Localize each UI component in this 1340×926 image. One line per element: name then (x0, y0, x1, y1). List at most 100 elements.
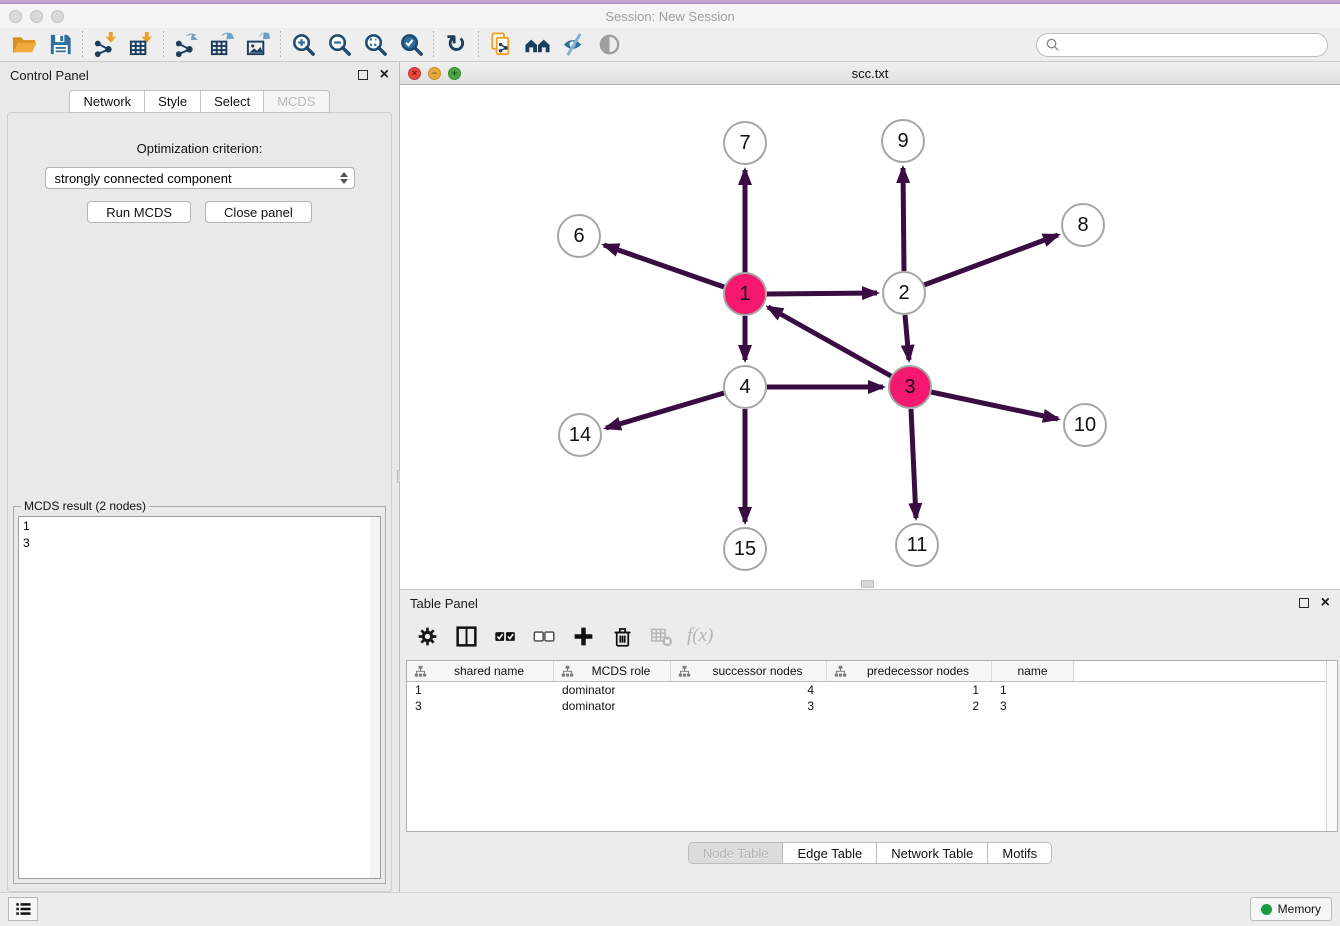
save-session-icon[interactable] (42, 30, 78, 60)
node-9[interactable]: 9 (881, 119, 925, 163)
cell-successor-nodes[interactable]: 3 (671, 698, 827, 714)
column-label: name (996, 664, 1069, 678)
column-header-shared-name[interactable]: shared name (407, 661, 554, 681)
tab-edge-table[interactable]: Edge Table (782, 842, 876, 864)
node-table: shared name MCDS role successor nodes pr… (406, 660, 1338, 832)
zoom-in-icon[interactable] (285, 30, 321, 60)
hierarchy-icon (834, 665, 847, 678)
table-type-tabs: Node Table Edge Table Network Table Moti… (400, 832, 1340, 874)
table-options-gear-icon[interactable] (414, 623, 440, 649)
table-scrollbar[interactable] (1326, 661, 1337, 831)
import-table-icon[interactable] (123, 30, 159, 60)
node-1[interactable]: 1 (723, 272, 767, 316)
function-builder-icon: f(x) (687, 625, 713, 647)
open-session-icon[interactable] (6, 30, 42, 60)
mcds-tab-content: Optimization criterion: strongly connect… (7, 112, 392, 892)
run-mcds-button[interactable]: Run MCDS (87, 201, 191, 223)
table-panel-header: Table Panel × (400, 590, 1340, 616)
tab-node-table[interactable]: Node Table (688, 842, 783, 864)
export-network-icon[interactable] (168, 30, 204, 60)
memory-button[interactable]: Memory (1250, 897, 1332, 921)
show-columns-icon[interactable] (453, 623, 479, 649)
criterion-dropdown[interactable]: strongly connected component (45, 167, 355, 189)
new-network-from-selection-icon[interactable] (483, 30, 519, 60)
edge-2-3 (905, 315, 909, 360)
result-scrollbar[interactable] (370, 517, 380, 878)
edge-3-1 (768, 307, 891, 376)
column-header-mcds-role[interactable]: MCDS role (554, 661, 671, 681)
export-image-icon[interactable] (240, 30, 276, 60)
delete-table-icon (648, 623, 674, 649)
cell-name[interactable]: 1 (992, 682, 1074, 698)
close-panel-button[interactable]: Close panel (205, 201, 312, 223)
node-10[interactable]: 10 (1063, 403, 1107, 447)
hide-selected-icon[interactable] (555, 30, 591, 60)
zoom-out-icon[interactable] (321, 30, 357, 60)
cell-successor-nodes[interactable]: 4 (671, 682, 827, 698)
tab-select[interactable]: Select (200, 90, 263, 113)
task-history-button[interactable] (8, 897, 38, 921)
table-row[interactable]: 3 dominator 3 2 3 (407, 698, 1337, 714)
tab-style[interactable]: Style (144, 90, 200, 113)
deselect-all-rows-icon[interactable] (531, 623, 557, 649)
node-3[interactable]: 3 (888, 365, 932, 409)
cell-shared-name[interactable]: 3 (407, 698, 554, 714)
delete-rows-icon[interactable] (609, 623, 635, 649)
node-label: 6 (573, 225, 584, 248)
edge-4-14 (606, 393, 724, 428)
column-header-successor-nodes[interactable]: successor nodes (671, 661, 827, 681)
control-panel-tabs: Network Style Select MCDS (0, 90, 399, 113)
search-field[interactable] (1036, 33, 1328, 57)
apply-layout-icon[interactable]: ↻ (438, 30, 474, 60)
tab-network[interactable]: Network (69, 90, 144, 113)
export-table-icon[interactable] (204, 30, 240, 60)
float-table-panel-icon[interactable] (1299, 598, 1309, 608)
close-table-panel-icon[interactable]: × (1321, 595, 1330, 611)
select-all-rows-icon[interactable] (492, 623, 518, 649)
node-11[interactable]: 11 (895, 523, 939, 567)
cell-shared-name[interactable]: 1 (407, 682, 554, 698)
first-neighbors-icon[interactable] (519, 30, 555, 60)
column-header-predecessor-nodes[interactable]: predecessor nodes (827, 661, 992, 681)
column-header-name[interactable]: name (992, 661, 1074, 681)
horizontal-divider-grip[interactable] (861, 580, 874, 588)
node-7[interactable]: 7 (723, 121, 767, 165)
search-icon (1045, 37, 1060, 52)
control-panel-header: Control Panel × (0, 62, 399, 88)
zoom-selected-icon[interactable] (393, 30, 429, 60)
node-8[interactable]: 8 (1061, 203, 1105, 247)
network-edges (400, 85, 1335, 589)
session-title: Session: New Session (0, 9, 1340, 24)
tab-network-table[interactable]: Network Table (876, 842, 987, 864)
tab-motifs[interactable]: Motifs (987, 842, 1052, 864)
node-label: 1 (739, 283, 750, 306)
node-4[interactable]: 4 (723, 365, 767, 409)
close-panel-icon[interactable]: × (380, 67, 389, 83)
column-label: MCDS role (576, 664, 666, 678)
cell-predecessor-nodes[interactable]: 2 (827, 698, 992, 714)
app-titlebar: Session: New Session (0, 4, 1340, 28)
cell-name[interactable]: 3 (992, 698, 1074, 714)
tab-mcds[interactable]: MCDS (263, 90, 329, 113)
node-6[interactable]: 6 (557, 214, 601, 258)
cell-mcds-role[interactable]: dominator (554, 682, 671, 698)
float-panel-icon[interactable] (358, 70, 368, 80)
node-2[interactable]: 2 (882, 271, 926, 315)
node-14[interactable]: 14 (558, 413, 602, 457)
mcds-result-box: MCDS result (2 nodes) 1 3 (13, 506, 386, 884)
node-label: 14 (569, 424, 591, 447)
add-row-icon[interactable] (570, 623, 596, 649)
search-input[interactable] (1060, 38, 1319, 52)
optimization-criterion-label: Optimization criterion: (8, 141, 391, 156)
edge-3-11 (911, 409, 916, 518)
cell-predecessor-nodes[interactable]: 1 (827, 682, 992, 698)
network-canvas[interactable]: 7 9 6 8 1 2 4 3 14 10 15 11 (400, 85, 1340, 589)
mcds-result-text[interactable]: 1 3 (18, 516, 381, 879)
show-all-icon[interactable] (591, 30, 627, 60)
fit-content-icon[interactable] (357, 30, 393, 60)
node-15[interactable]: 15 (723, 527, 767, 571)
table-row[interactable]: 1 dominator 4 1 1 (407, 682, 1337, 698)
cell-mcds-role[interactable]: dominator (554, 698, 671, 714)
network-title: scc.txt (400, 66, 1340, 81)
import-network-icon[interactable] (87, 30, 123, 60)
